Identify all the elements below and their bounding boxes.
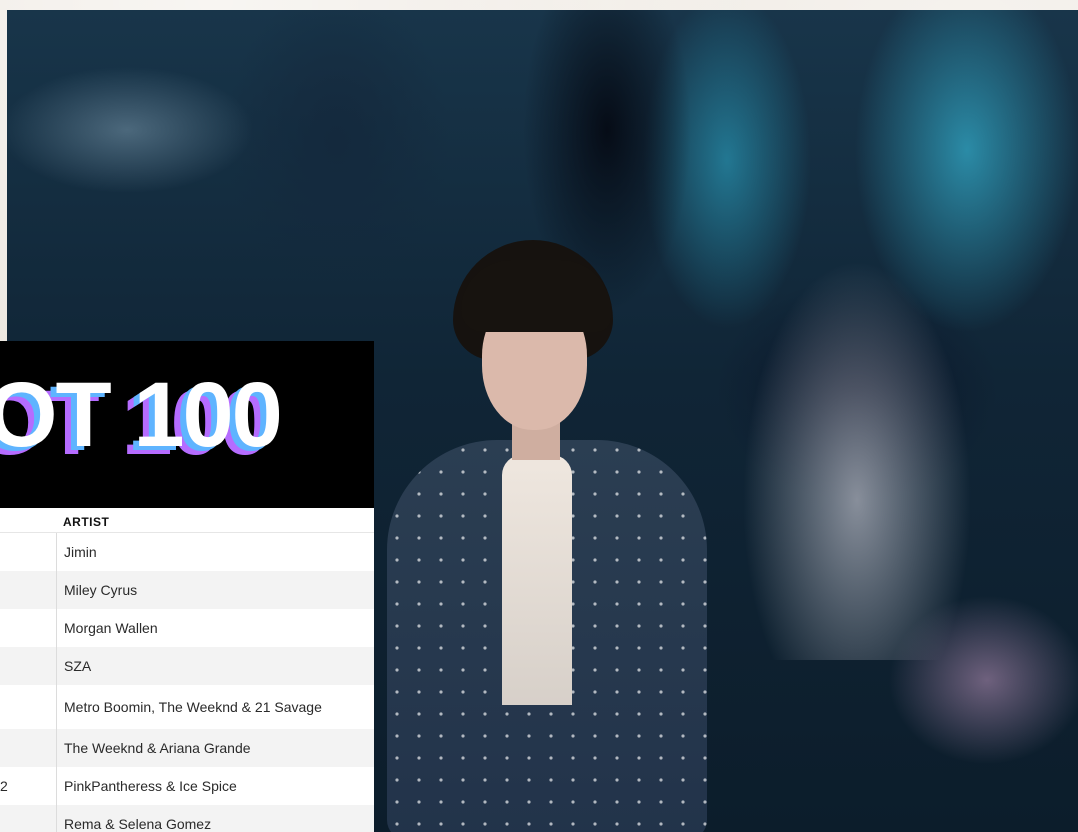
truncated-title-fragment: 2 [0, 778, 8, 794]
hot-100-chart-card: OT 100 ARTIST Jimin Miley Cyrus Morgan W… [0, 341, 374, 832]
chart-table: ARTIST Jimin Miley Cyrus Morgan Wallen S… [0, 508, 374, 832]
table-row: Rema & Selena Gomez [0, 805, 374, 832]
table-row: Morgan Wallen [0, 609, 374, 647]
artist-cell: Rema & Selena Gomez [64, 816, 212, 832]
table-row: PinkPantheress & Ice Spice 2 [0, 767, 374, 805]
artist-cell: Miley Cyrus [64, 582, 138, 598]
hair-fringe [461, 260, 611, 332]
table-row: Miley Cyrus [0, 571, 374, 609]
table-header-row: ARTIST [0, 508, 374, 533]
table-row: The Weeknd & Ariana Grande [0, 729, 374, 767]
chart-header: OT 100 [0, 341, 374, 508]
artist-cell: SZA [64, 658, 92, 674]
performer-figure [387, 240, 747, 832]
hot-100-logo: OT 100 [0, 364, 283, 466]
table-row: Jimin [0, 533, 374, 571]
artist-cell: Morgan Wallen [64, 620, 158, 636]
blurred-dancer [742, 260, 972, 660]
table-row: Metro Boomin, The Weeknd & 21 Savage [0, 685, 374, 729]
artist-column-header: ARTIST [63, 515, 110, 529]
table-row: SZA [0, 647, 374, 685]
artist-cell: Jimin [64, 544, 97, 560]
white-shirt [502, 455, 572, 705]
artist-cell: Metro Boomin, The Weeknd & 21 Savage [64, 699, 322, 715]
artist-cell: The Weeknd & Ariana Grande [64, 740, 251, 756]
artist-cell: PinkPantheress & Ice Spice [64, 778, 237, 794]
